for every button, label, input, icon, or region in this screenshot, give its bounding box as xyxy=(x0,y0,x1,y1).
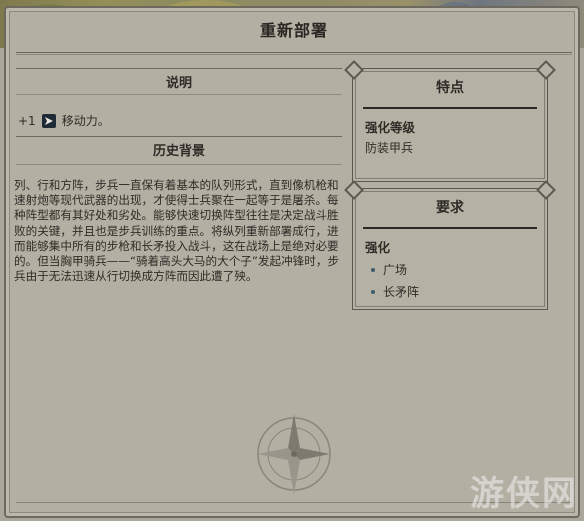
requirements-category: 强化 xyxy=(365,240,391,255)
traits-category: 强化等级 xyxy=(365,120,416,135)
movement-arrow-icon xyxy=(41,113,56,128)
effect-value: +1 xyxy=(18,113,36,128)
requirements-heading: 要求 xyxy=(436,200,464,216)
redeploy-panel: 重新部署 说明 +1 移动力。 历史背景 列、行和方阵，步兵一直保有着基本的队列… xyxy=(4,6,580,518)
traits-heading: 特点 xyxy=(436,80,464,96)
traits-box: 特点 强化等级 防装甲兵 xyxy=(352,68,548,182)
title-divider xyxy=(16,52,572,53)
bullet-icon xyxy=(371,289,375,294)
title-divider-inner xyxy=(16,54,572,55)
description-rule-bottom xyxy=(16,94,342,95)
requirement-item: 长矛阵 xyxy=(371,283,419,300)
requirement-item: 广场 xyxy=(371,261,407,278)
effect-line: +1 移动力。 xyxy=(18,112,110,129)
description-heading: 说明 xyxy=(165,76,192,91)
traits-divider xyxy=(363,107,537,109)
panel-title: 重新部署 xyxy=(259,21,328,40)
compass-rose-icon xyxy=(257,414,331,494)
traits-value: 防装甲兵 xyxy=(365,141,414,155)
effect-label: 移动力。 xyxy=(61,114,110,128)
requirements-box: 要求 强化 广场 长矛阵 xyxy=(352,188,548,310)
bullet-icon xyxy=(371,267,375,272)
requirements-divider xyxy=(363,227,537,229)
description-rule-top xyxy=(16,68,342,69)
requirement-label: 长矛阵 xyxy=(383,285,420,299)
history-heading: 历史背景 xyxy=(152,144,205,159)
requirement-label: 广场 xyxy=(383,263,408,277)
history-text: 列、行和方阵，步兵一直保有着基本的队列形式，直到像机枪和速射炮等现代武器的出现，… xyxy=(14,178,340,284)
history-rule-bottom xyxy=(16,164,342,165)
history-rule-top xyxy=(16,136,342,137)
site-watermark: 游侠网 xyxy=(470,474,578,514)
